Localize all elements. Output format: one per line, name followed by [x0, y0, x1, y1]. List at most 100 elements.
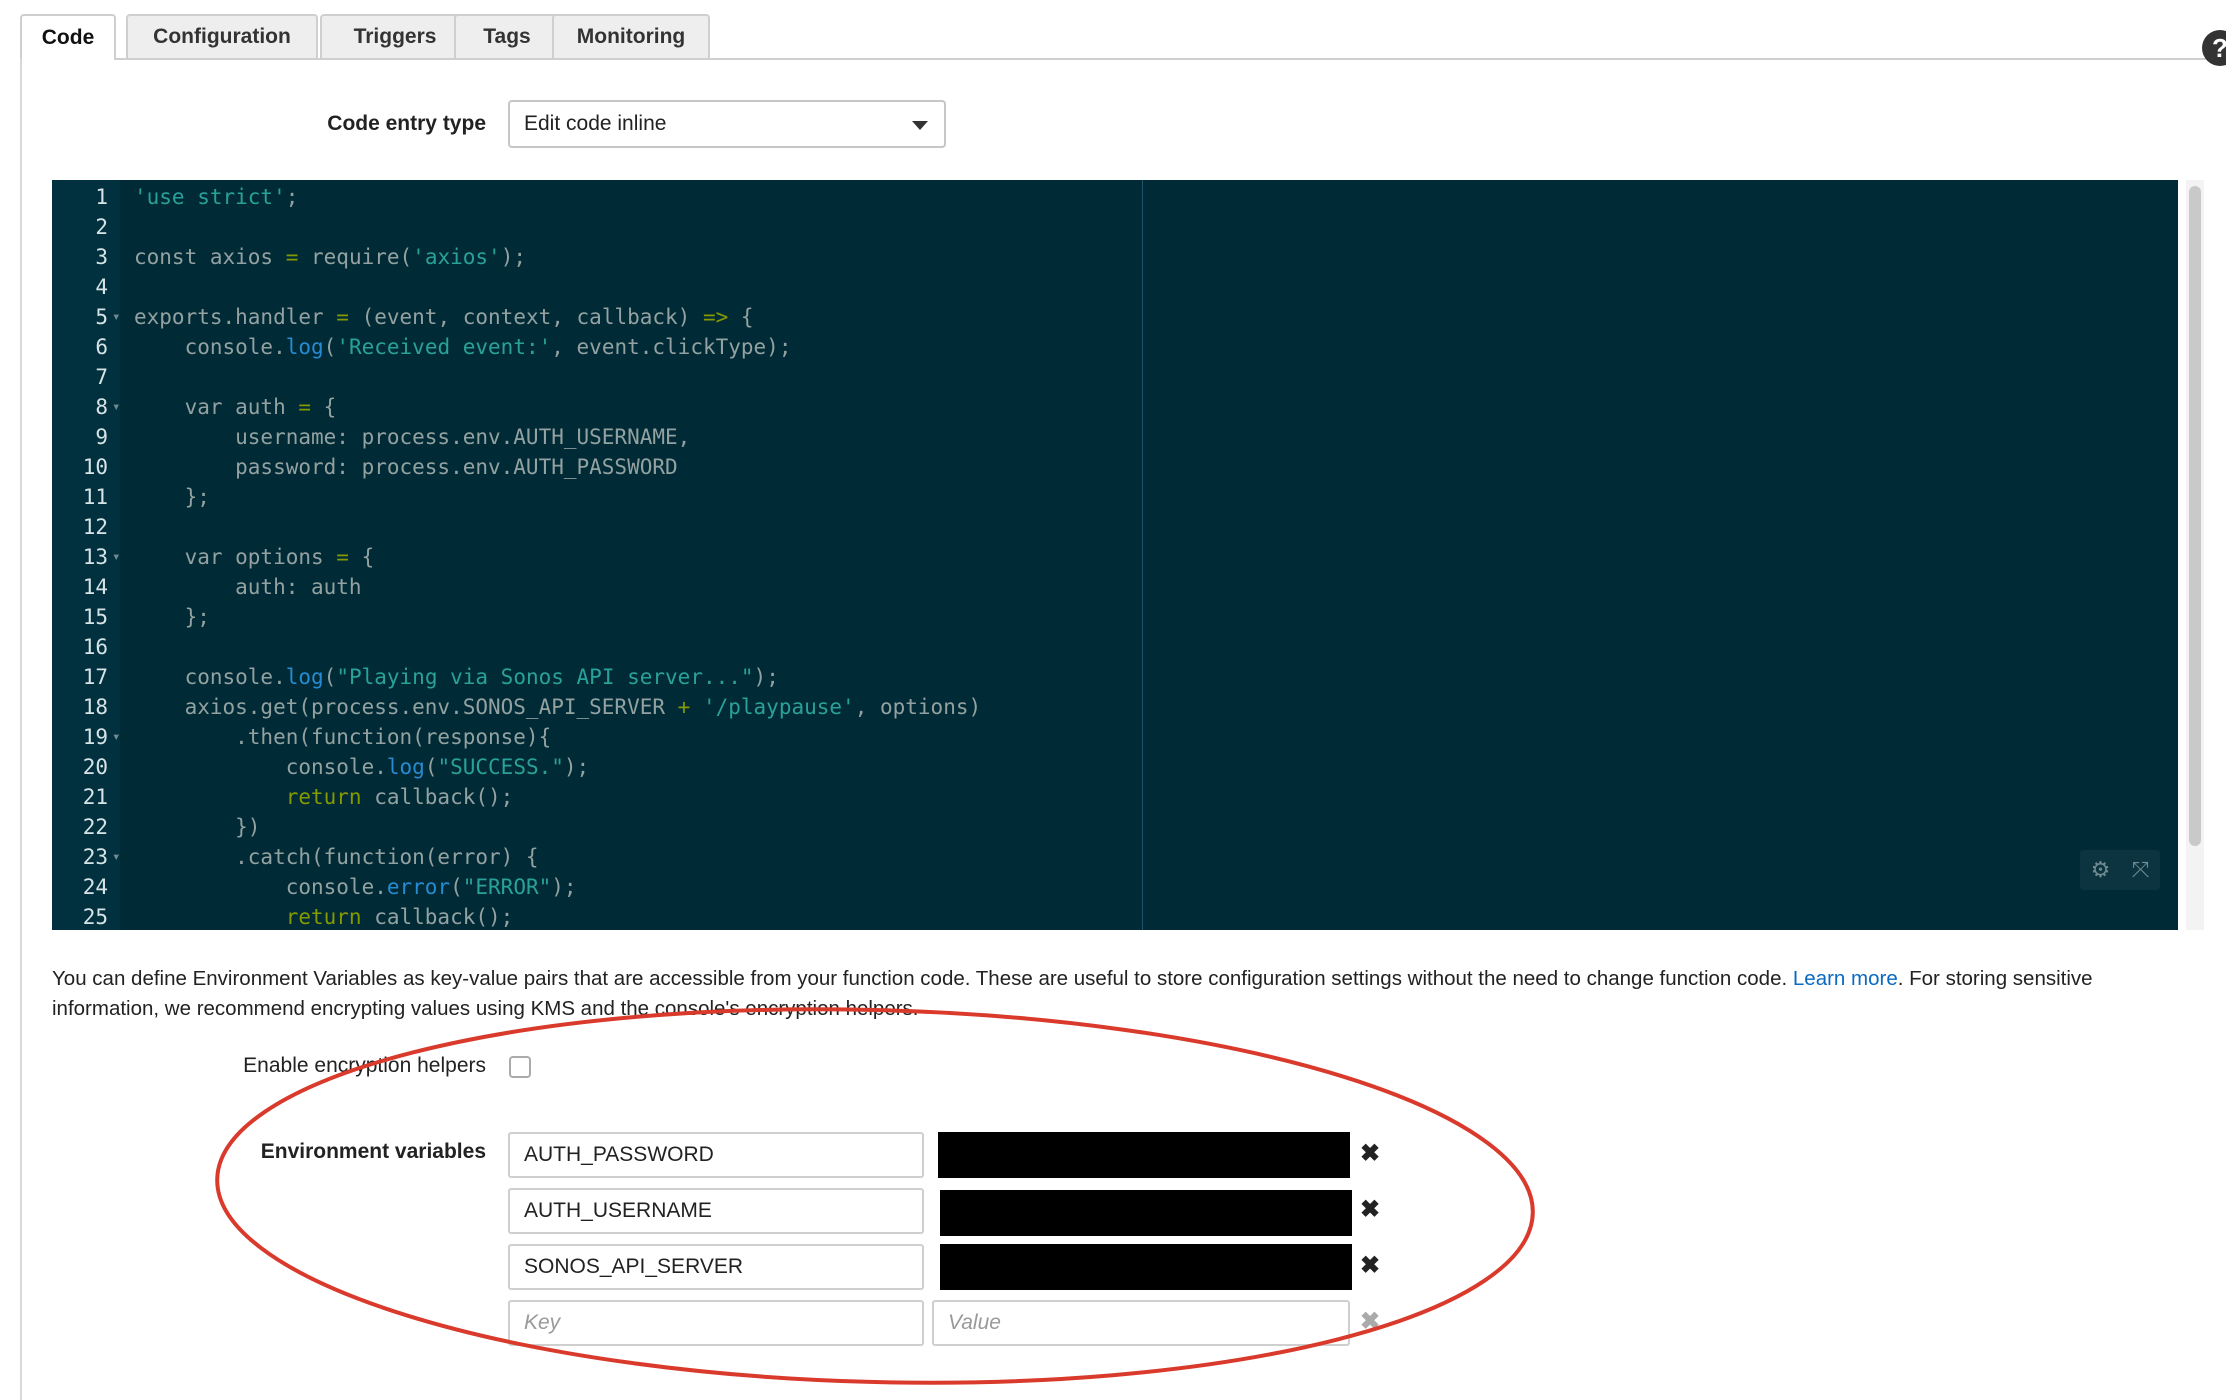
code-text: }; — [134, 602, 210, 632]
environment-variables-label: Environment variables — [260, 1140, 486, 1163]
code-token: 'Received event:' — [336, 335, 552, 359]
code-text: auth: auth — [134, 572, 362, 602]
code-token: ( — [424, 755, 438, 779]
code-text: }) — [134, 812, 260, 842]
code-text: .catch(function(error) { — [134, 842, 539, 872]
env-description-text: You can define Environment Variables as … — [52, 967, 1793, 990]
tab-triggers[interactable]: Triggers — [320, 14, 470, 58]
code-token: ; — [285, 185, 299, 209]
code-token: return — [134, 905, 362, 929]
fold-toggle-icon[interactable]: ▾ — [112, 842, 120, 872]
code-editor[interactable]: 1'use strict'; 2 3 const axios = require('a… — [52, 180, 2178, 930]
redacted-value[interactable] — [940, 1190, 1352, 1236]
code-line: 7 — [52, 362, 2178, 392]
code-entry-type-label: Code entry type — [327, 112, 486, 135]
line-number: 9 — [95, 425, 108, 449]
learn-more-link[interactable]: Learn more — [1793, 967, 1898, 990]
tab-label: Configuration — [153, 25, 291, 48]
gear-icon[interactable]: ⚙ — [2091, 857, 2111, 883]
encryption-helpers-label: Enable encryption helpers — [243, 1054, 486, 1077]
code-token: exports.handler — [134, 305, 337, 329]
help-icon[interactable]: ? — [2202, 30, 2226, 66]
line-number: 13 — [82, 545, 108, 569]
code-line: 6 console.log('Received event:', event.c… — [52, 332, 2178, 362]
code-token: var auth — [134, 395, 299, 419]
tab-code[interactable]: Code — [20, 14, 116, 60]
env-key-input[interactable]: SONOS_API_SERVER — [508, 1244, 924, 1290]
line-number: 22 — [82, 815, 108, 839]
code-text: return callback(); — [134, 782, 514, 812]
env-key-value: AUTH_USERNAME — [524, 1199, 712, 1222]
code-token: .catch(function(error) { — [134, 845, 539, 869]
tab-monitoring[interactable]: Monitoring — [552, 14, 710, 58]
code-token: log — [386, 755, 425, 779]
new-env-key-input[interactable]: Key — [508, 1300, 924, 1346]
encryption-helpers-checkbox[interactable] — [509, 1056, 531, 1078]
tab-tags[interactable]: Tags — [454, 14, 560, 58]
fold-toggle-icon[interactable]: ▾ — [112, 722, 120, 752]
line-number: 18 — [82, 695, 108, 719]
code-text: exports.handler = (event, context, callb… — [134, 302, 754, 332]
code-text: const axios = require('axios'); — [134, 242, 526, 272]
code-text: username: process.env.AUTH_USERNAME, — [134, 422, 690, 452]
remove-icon[interactable]: ✖ — [1358, 1142, 1382, 1166]
code-line: 2 — [52, 212, 2178, 242]
editor-scrollbar-thumb[interactable] — [2189, 186, 2201, 846]
remove-icon[interactable]: ✖ — [1358, 1198, 1382, 1222]
code-token: = — [336, 545, 349, 569]
line-number: 23 — [82, 845, 108, 869]
line-number: 8 — [95, 395, 108, 419]
code-text: password: process.env.AUTH_PASSWORD — [134, 452, 678, 482]
env-key-input[interactable]: AUTH_USERNAME — [508, 1188, 924, 1234]
code-line: 16 — [52, 632, 2178, 662]
new-env-value-input[interactable]: Value — [932, 1300, 1350, 1346]
code-token: => — [702, 305, 729, 329]
code-text: }; — [134, 482, 210, 512]
redacted-value[interactable] — [938, 1132, 1350, 1178]
tab-configuration[interactable]: Configuration — [126, 14, 318, 58]
env-key-value: SONOS_API_SERVER — [524, 1255, 744, 1278]
fold-toggle-icon[interactable]: ▾ — [112, 392, 120, 422]
code-text: var options = { — [134, 542, 375, 572]
code-token: ); — [563, 755, 590, 779]
code-line: 5 ▾ exports.handler = (event, context, cal… — [52, 302, 2178, 332]
line-number: 7 — [95, 365, 108, 389]
code-token: "SUCCESS." — [437, 755, 564, 779]
line-number: 16 — [82, 635, 108, 659]
code-token: 'axios' — [412, 245, 501, 269]
editor-toolbar: ⚙ ⤧ — [2080, 850, 2160, 890]
code-text: console.error("ERROR"); — [134, 872, 577, 902]
code-token: '/playpause' — [702, 695, 855, 719]
code-token: ); — [551, 875, 577, 899]
remove-icon[interactable]: ✖ — [1358, 1310, 1382, 1334]
fold-toggle-icon[interactable]: ▾ — [112, 542, 120, 572]
code-token: , options) — [854, 695, 982, 719]
fullscreen-icon[interactable]: ⤧ — [2132, 857, 2150, 883]
redacted-value[interactable] — [940, 1244, 1352, 1290]
env-key-input[interactable]: AUTH_PASSWORD — [508, 1132, 924, 1178]
code-token: ( — [450, 875, 463, 899]
code-text: .then(function(response){ — [134, 722, 551, 752]
code-entry-type-select[interactable]: Edit code inline — [508, 100, 946, 148]
code-text: var auth = { — [134, 392, 337, 422]
code-line: 11 }; — [52, 482, 2178, 512]
remove-icon[interactable]: ✖ — [1358, 1254, 1382, 1278]
line-number: 1 — [95, 185, 108, 209]
line-number: 11 — [82, 485, 108, 509]
code-token: }) — [134, 815, 261, 839]
code-token: + — [677, 695, 691, 719]
line-number: 24 — [82, 875, 108, 899]
code-token: (event, context, callback) — [348, 305, 703, 329]
line-number: 6 — [95, 335, 108, 359]
line-number: 10 — [82, 455, 108, 479]
code-token: auth: auth — [134, 575, 362, 599]
code-token: "Playing via Sonos API server..." — [336, 665, 754, 689]
code-token: }; — [134, 605, 210, 629]
code-token: var options — [134, 545, 337, 569]
code-token: console. — [134, 755, 387, 779]
code-entry-type-value: Edit code inline — [524, 112, 667, 135]
code-text: console.log("Playing via Sonos API serve… — [134, 662, 779, 692]
line-number: 17 — [82, 665, 108, 689]
fold-toggle-icon[interactable]: ▾ — [112, 302, 120, 332]
